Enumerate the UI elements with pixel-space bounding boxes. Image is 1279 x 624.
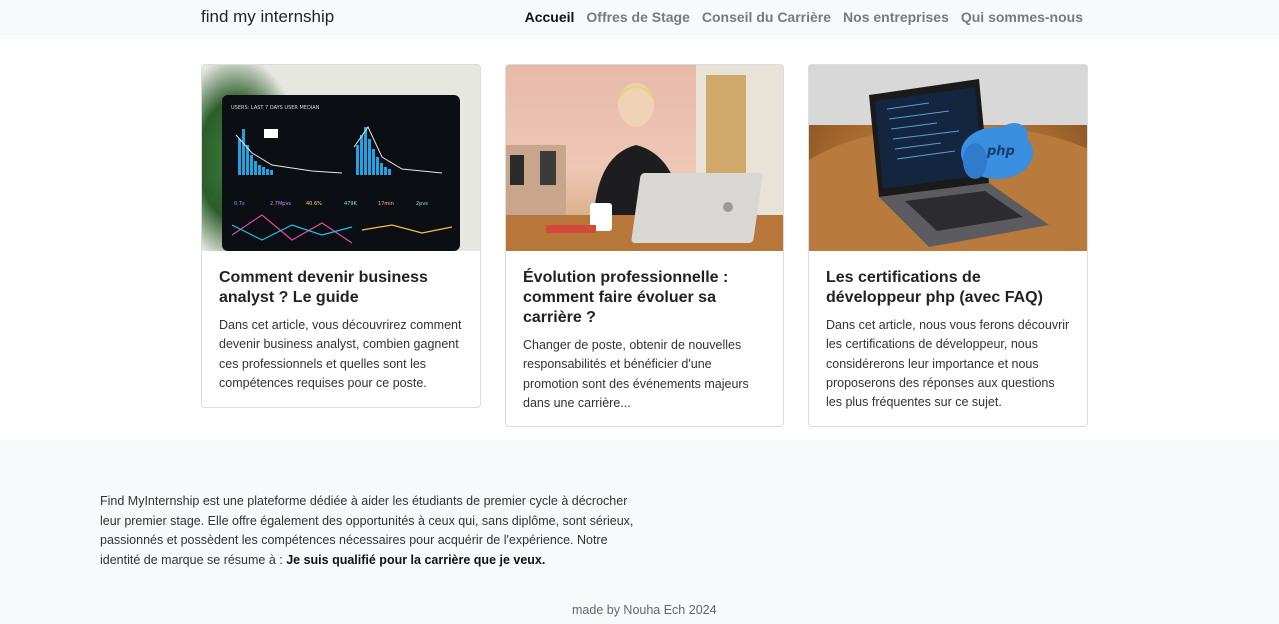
office-scene-illustration (506, 65, 783, 251)
top-navbar: find my internship Accueil Offres de Sta… (0, 0, 1279, 39)
php-laptop-image: php (809, 65, 1087, 251)
svg-text:479K: 479K (344, 201, 358, 207)
woman-laptop-image (506, 65, 783, 251)
card-body: Comment devenir business analyst ? Le gu… (202, 251, 480, 407)
nav-link-conseil-du-carriere[interactable]: Conseil du Carrière (702, 9, 831, 25)
card-title[interactable]: Comment devenir business analyst ? Le gu… (219, 268, 464, 308)
footer-credit: made by Nouha Ech 2024 (572, 603, 717, 617)
analytics-dashboard-image: USERS: LAST 7 DAYS USER MEDIAN 0.7s 2.7M… (202, 65, 480, 251)
article-card-business-analyst[interactable]: USERS: LAST 7 DAYS USER MEDIAN 0.7s 2.7M… (201, 64, 481, 408)
php-sticker-text: php (986, 144, 1015, 159)
card-text: Dans cet article, nous vous ferons décou… (826, 318, 1070, 410)
svg-text:2.7Mpvs: 2.7Mpvs (270, 201, 291, 207)
article-card-certifications-php[interactable]: php Les certifications de développeur ph… (808, 64, 1088, 427)
article-cards: USERS: LAST 7 DAYS USER MEDIAN 0.7s 2.7M… (201, 64, 1088, 428)
svg-text:17min: 17min (378, 201, 394, 207)
main-nav: Accueil Offres de Stage Conseil du Carri… (525, 9, 1083, 25)
card-text: Dans cet article, vous découvrirez comme… (219, 318, 462, 390)
svg-text:0.7s: 0.7s (234, 201, 245, 207)
svg-text:2pvs: 2pvs (416, 201, 428, 207)
page-footer: Find MyInternship est une plateforme déd… (0, 440, 1279, 624)
about-paragraph: Find MyInternship est une plateforme déd… (100, 492, 640, 570)
card-body: Évolution professionnelle : comment fair… (506, 251, 783, 426)
laptop-dashboard-illustration: USERS: LAST 7 DAYS USER MEDIAN 0.7s 2.7M… (222, 95, 460, 251)
php-laptop-illustration: php (809, 65, 1087, 251)
brand-logo-link[interactable]: find my internship (201, 7, 334, 27)
nav-link-qui-sommes-nous[interactable]: Qui sommes-nous (961, 9, 1083, 25)
article-card-evolution-professionnelle[interactable]: Évolution professionnelle : comment fair… (505, 64, 784, 427)
card-title[interactable]: Les certifications de développeur php (a… (826, 268, 1071, 308)
svg-text:40.6%: 40.6% (306, 201, 322, 207)
card-title[interactable]: Évolution professionnelle : comment fair… (523, 268, 767, 328)
nav-link-accueil[interactable]: Accueil (525, 9, 575, 25)
brand-slogan: Je suis qualifié pour la carrière que je… (286, 552, 546, 567)
card-body: Les certifications de développeur php (a… (809, 251, 1087, 426)
card-text: Changer de poste, obtenir de nouvelles r… (523, 338, 749, 410)
nav-link-offres-de-stage[interactable]: Offres de Stage (586, 9, 689, 25)
screen-header-text: USERS: LAST 7 DAYS USER MEDIAN (231, 105, 320, 111)
nav-link-nos-entreprises[interactable]: Nos entreprises (843, 9, 949, 25)
